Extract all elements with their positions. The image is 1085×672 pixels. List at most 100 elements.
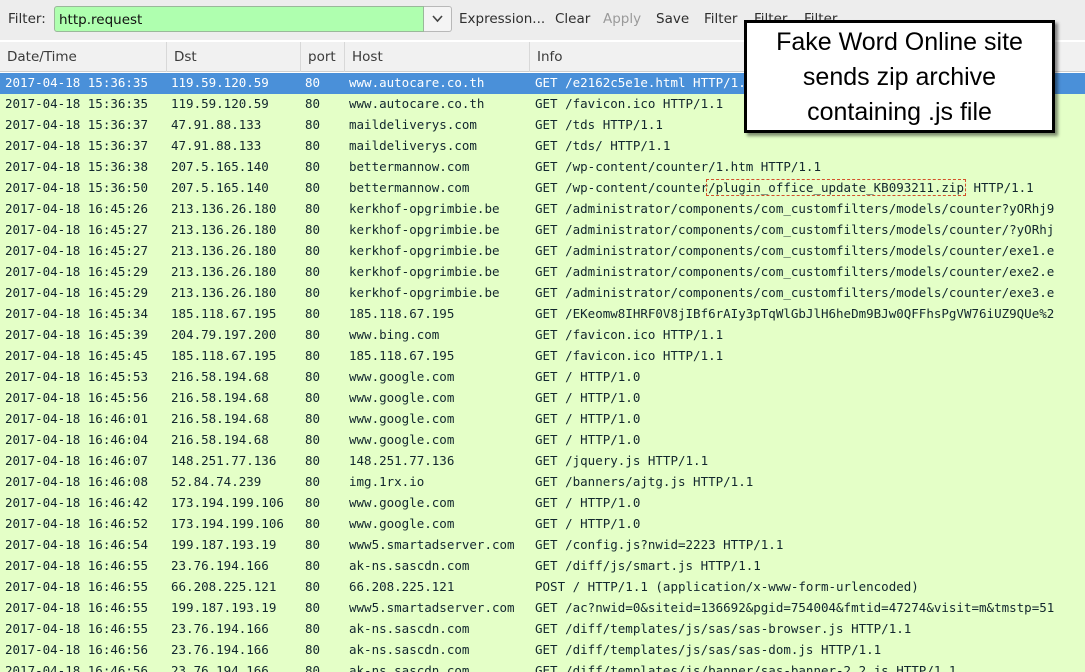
cell-info: GET /jquery.js HTTP/1.1	[535, 453, 709, 468]
cell-datetime: 2017-04-18 16:46:55	[5, 621, 148, 636]
packet-row[interactable]: 2017-04-18 16:45:53 216.58.194.68 80 www.go…	[0, 367, 1085, 388]
cell-datetime: 2017-04-18 16:45:56	[5, 390, 148, 405]
packet-row[interactable]: 2017-04-18 16:45:26 213.136.26.180 80 kerkh…	[0, 199, 1085, 220]
cell-datetime: 2017-04-18 16:46:54	[5, 537, 148, 552]
column-header-port[interactable]: port	[308, 49, 336, 65]
apply-button[interactable]: Apply	[603, 11, 641, 27]
display-filter-value: http.request	[59, 12, 143, 28]
cell-datetime: 2017-04-18 16:45:29	[5, 264, 148, 279]
column-header-host[interactable]: Host	[352, 49, 383, 65]
cell-host: www.bing.com	[349, 327, 440, 342]
cell-port: 80	[305, 348, 321, 363]
packet-row[interactable]: 2017-04-18 16:46:08 52.84.74.239 80 img.1rx…	[0, 472, 1085, 493]
cell-info: GET /administrator/components/com_custom…	[535, 264, 1055, 279]
save-button[interactable]: Save	[656, 11, 689, 27]
packet-row[interactable]: 2017-04-18 16:45:27 213.136.26.180 80 kerkh…	[0, 241, 1085, 262]
cell-host: kerkhof-opgrimbie.be	[349, 285, 500, 300]
chevron-down-icon	[432, 15, 443, 23]
packet-row[interactable]: 2017-04-18 16:45:56 216.58.194.68 80 www.go…	[0, 388, 1085, 409]
packet-row[interactable]: 2017-04-18 16:45:29 213.136.26.180 80 kerkh…	[0, 262, 1085, 283]
cell-datetime: 2017-04-18 15:36:35	[5, 96, 148, 111]
cell-dst: 216.58.194.68	[171, 390, 269, 405]
cell-datetime: 2017-04-18 16:45:45	[5, 348, 148, 363]
packet-row[interactable]: 2017-04-18 15:36:37 47.91.88.133 80 maildel…	[0, 136, 1085, 157]
cell-host: ak-ns.sascdn.com	[349, 558, 470, 573]
cell-info: GET /administrator/components/com_custom…	[535, 285, 1055, 300]
cell-datetime: 2017-04-18 16:45:26	[5, 201, 148, 216]
cell-host: www.google.com	[349, 432, 455, 447]
packet-row[interactable]: 2017-04-18 15:36:50 207.5.165.140 80 better…	[0, 178, 1085, 199]
cell-host: www.google.com	[349, 390, 455, 405]
packet-row[interactable]: 2017-04-18 16:45:39 204.79.197.200 80 www.b…	[0, 325, 1085, 346]
cell-host: www.autocare.co.th	[349, 75, 485, 90]
cell-host: bettermannow.com	[349, 159, 470, 174]
cell-info: GET /tds/ HTTP/1.1	[535, 138, 671, 153]
expression-button[interactable]: Expression...	[459, 11, 545, 27]
annotation-line: Fake Word Online site	[776, 28, 1023, 56]
cell-host: ak-ns.sascdn.com	[349, 642, 470, 657]
column-divider[interactable]	[529, 42, 530, 72]
display-filter-input[interactable]: http.request	[54, 6, 424, 32]
cell-dst: 213.136.26.180	[171, 222, 277, 237]
cell-dst: 23.76.194.166	[171, 642, 269, 657]
packet-row[interactable]: 2017-04-18 16:46:04 216.58.194.68 80 www.go…	[0, 430, 1085, 451]
column-header-datetime[interactable]: Date/Time	[7, 49, 77, 65]
packet-row[interactable]: 2017-04-18 16:45:34 185.118.67.195 80 185.1…	[0, 304, 1085, 325]
cell-info: GET / HTTP/1.0	[535, 369, 641, 384]
column-header-dst[interactable]: Dst	[174, 49, 197, 65]
packet-row[interactable]: 2017-04-18 16:46:56 23.76.194.166 80 ak-ns.…	[0, 640, 1085, 661]
annotation-line: containing .js file	[807, 98, 992, 126]
packet-row[interactable]: 2017-04-18 16:46:55 66.208.225.121 80 66.20…	[0, 577, 1085, 598]
packet-row[interactable]: 2017-04-18 16:45:27 213.136.26.180 80 kerkh…	[0, 220, 1085, 241]
cell-port: 80	[305, 663, 321, 672]
cell-host: www5.smartadserver.com	[349, 537, 515, 552]
cell-port: 80	[305, 75, 321, 90]
cell-datetime: 2017-04-18 16:46:56	[5, 642, 148, 657]
cell-info: GET /diff/templates/js/sas/sas-dom.js HT…	[535, 642, 882, 657]
clear-button[interactable]: Clear	[555, 11, 590, 27]
cell-dst: 148.251.77.136	[171, 453, 277, 468]
packet-row[interactable]: 2017-04-18 16:46:52 173.194.199.106 80 www.…	[0, 514, 1085, 535]
cell-port: 80	[305, 390, 321, 405]
cell-dst: 207.5.165.140	[171, 180, 269, 195]
cell-datetime: 2017-04-18 15:36:35	[5, 75, 148, 90]
cell-info: GET / HTTP/1.0	[535, 432, 641, 447]
packet-row[interactable]: 2017-04-18 16:46:07 148.251.77.136 80 148.2…	[0, 451, 1085, 472]
annotation-callout: Fake Word Online site sends zip archive …	[744, 20, 1055, 133]
packet-row[interactable]: 2017-04-18 16:46:55 199.187.193.19 80 www5.…	[0, 598, 1085, 619]
cell-dst: 173.194.199.106	[171, 495, 284, 510]
packet-row[interactable]: 2017-04-18 16:46:55 23.76.194.166 80 ak-ns.…	[0, 556, 1085, 577]
packet-row[interactable]: 2017-04-18 16:45:29 213.136.26.180 80 kerkh…	[0, 283, 1085, 304]
packet-row[interactable]: 2017-04-18 16:45:45 185.118.67.195 80 185.1…	[0, 346, 1085, 367]
packet-row[interactable]: 2017-04-18 16:46:56 23.76.194.166 80 ak-ns.…	[0, 661, 1085, 672]
cell-port: 80	[305, 159, 321, 174]
filter-history-dropdown[interactable]	[424, 6, 452, 32]
cell-datetime: 2017-04-18 16:46:56	[5, 663, 148, 672]
cell-dst: 199.187.193.19	[171, 537, 277, 552]
cell-host: 185.118.67.195	[349, 348, 455, 363]
column-divider[interactable]	[166, 42, 167, 72]
cell-port: 80	[305, 327, 321, 342]
cell-host: www.autocare.co.th	[349, 96, 485, 111]
cell-datetime: 2017-04-18 15:36:38	[5, 159, 148, 174]
cell-port: 80	[305, 243, 321, 258]
cell-host: www.google.com	[349, 411, 455, 426]
cell-info: GET /config.js?nwid=2223 HTTP/1.1	[535, 537, 784, 552]
filter-button-1[interactable]: Filter	[704, 11, 737, 27]
column-divider[interactable]	[344, 42, 345, 72]
cell-datetime: 2017-04-18 16:45:27	[5, 243, 148, 258]
cell-datetime: 2017-04-18 16:46:04	[5, 432, 148, 447]
cell-host: 66.208.225.121	[349, 579, 455, 594]
cell-host: 185.118.67.195	[349, 306, 455, 321]
packet-row[interactable]: 2017-04-18 16:46:01 216.58.194.68 80 www.go…	[0, 409, 1085, 430]
cell-datetime: 2017-04-18 15:36:50	[5, 180, 148, 195]
packet-row[interactable]: 2017-04-18 16:46:55 23.76.194.166 80 ak-ns.…	[0, 619, 1085, 640]
cell-port: 80	[305, 117, 321, 132]
packet-row[interactable]: 2017-04-18 15:36:38 207.5.165.140 80 better…	[0, 157, 1085, 178]
packet-row[interactable]: 2017-04-18 16:46:54 199.187.193.19 80 www5.…	[0, 535, 1085, 556]
cell-dst: 213.136.26.180	[171, 243, 277, 258]
column-divider[interactable]	[300, 42, 301, 72]
column-header-info[interactable]: Info	[537, 49, 563, 65]
packet-row[interactable]: 2017-04-18 16:46:42 173.194.199.106 80 www.…	[0, 493, 1085, 514]
cell-host: maildeliverys.com	[349, 117, 477, 132]
